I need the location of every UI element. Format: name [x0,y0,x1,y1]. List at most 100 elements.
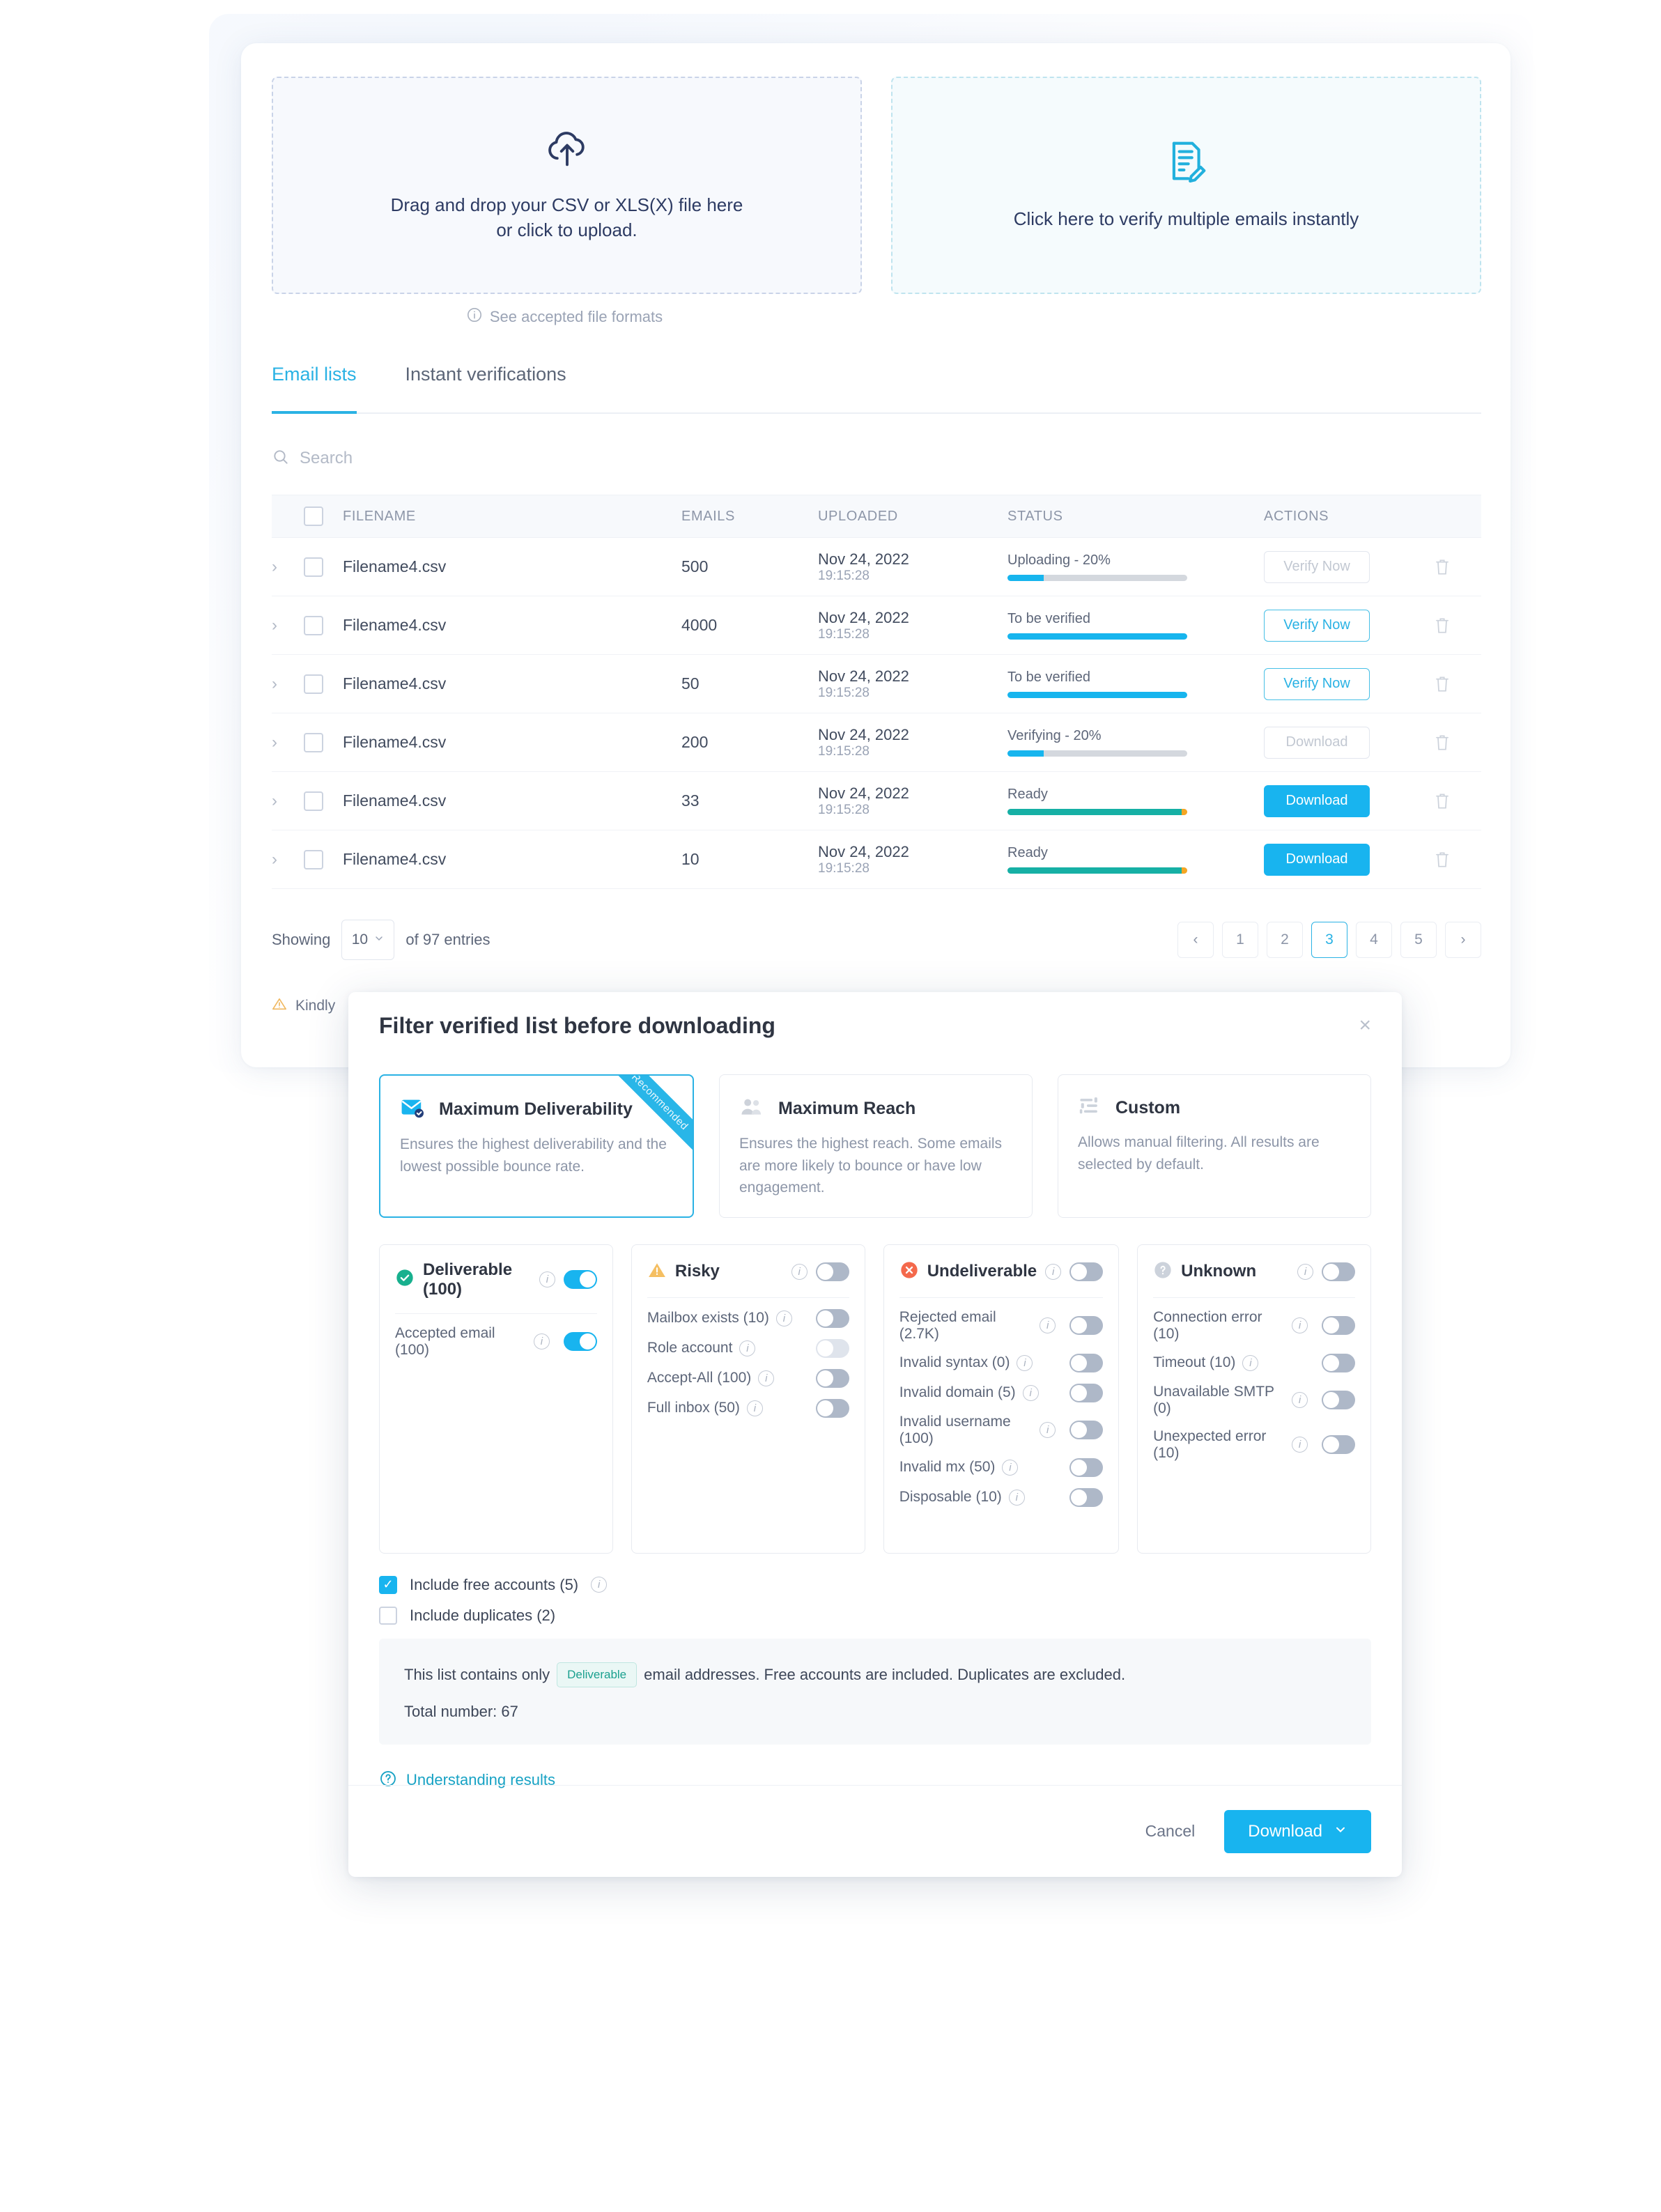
row-action-button[interactable]: Verify Now [1264,609,1370,642]
info-icon[interactable]: i [591,1577,608,1593]
filter-item-toggle[interactable] [563,1332,597,1351]
dropzone-instant-verify[interactable]: Click here to verify multiple emails ins… [891,77,1481,294]
pagination-page-3[interactable]: 3 [1311,922,1347,958]
cell-uploaded-time: 19:15:28 [818,860,870,876]
table-row[interactable]: › Filename4.csv 200 Nov 24, 2022 19:15:28 Ver… [272,713,1481,772]
row-checkbox[interactable] [304,849,343,869]
filter-item-toggle[interactable] [1069,1316,1104,1335]
filter-item-toggle[interactable] [1321,1316,1355,1335]
info-icon[interactable]: i [758,1370,775,1386]
filter-item-toggle[interactable] [1069,1383,1104,1402]
pagination-page-5[interactable]: 5 [1400,922,1437,958]
info-icon[interactable]: i [1008,1489,1025,1506]
include-checkbox[interactable]: ✓ [379,1575,397,1594]
filter-column-toggle[interactable] [1069,1262,1104,1281]
filter-item-toggle[interactable] [815,1308,849,1328]
info-icon[interactable]: i [1291,1437,1308,1453]
option-custom[interactable]: Custom Allows manual filtering. All resu… [1058,1074,1371,1218]
option-title: Maximum Deliverability [439,1099,633,1119]
option-maximum-reach[interactable]: Maximum Reach Ensures the highest reach.… [719,1074,1033,1218]
row-action-button[interactable]: Download [1264,843,1370,876]
info-icon[interactable]: i [1040,1317,1056,1333]
filter-column-toggle[interactable] [815,1262,849,1281]
filter-column-toggle[interactable] [1321,1262,1355,1281]
pagination-prev[interactable]: ‹ [1177,922,1214,958]
delete-row-button[interactable] [1403,850,1481,869]
row-action-button[interactable]: Download [1264,784,1370,817]
filter-item-toggle[interactable] [815,1368,849,1388]
search-bar[interactable] [272,440,759,477]
info-icon[interactable]: i [1242,1354,1259,1371]
delete-row-button[interactable] [1403,674,1481,694]
info-icon[interactable]: i [1297,1263,1313,1280]
row-checkbox[interactable] [304,674,343,694]
pager: ‹ 1 2 3 4 5 › [1177,922,1481,958]
filter-column-toggle[interactable] [563,1270,597,1289]
row-action-button[interactable]: Verify Now [1264,667,1370,700]
row-checkbox[interactable] [304,615,343,635]
info-icon[interactable]: i [739,1340,756,1356]
filter-item-toggle[interactable] [1069,1421,1104,1439]
cancel-button[interactable]: Cancel [1145,1822,1196,1841]
info-icon[interactable]: i [1022,1384,1039,1401]
close-icon[interactable]: × [1359,1015,1371,1036]
table-row[interactable]: › Filename4.csv 50 Nov 24, 2022 19:15:28 To b… [272,655,1481,713]
filter-item-toggle[interactable] [815,1398,849,1418]
expand-row-icon[interactable]: › [272,733,304,752]
table-row[interactable]: › Filename4.csv 500 Nov 24, 2022 19:15:28 Upl… [272,538,1481,596]
table-row[interactable]: › Filename4.csv 10 Nov 24, 2022 19:15:28 Read… [272,830,1481,889]
delete-row-button[interactable] [1403,733,1481,752]
row-action-button[interactable]: Download [1264,726,1370,759]
info-icon[interactable]: i [533,1333,550,1349]
row-action-button[interactable]: Verify Now [1264,550,1370,583]
option-maximum-deliverability[interactable]: Recommended Maximum Deliverability Ensur… [379,1074,694,1218]
info-icon[interactable]: i [1017,1354,1033,1371]
dropzone-file-upload[interactable]: Drag and drop your CSV or XLS(X) file he… [272,77,862,294]
download-button[interactable]: Download [1224,1809,1371,1853]
expand-row-icon[interactable]: › [272,557,304,577]
info-icon[interactable]: i [1291,1392,1308,1408]
tab-email-lists[interactable]: Email lists [272,359,357,414]
delete-row-button[interactable] [1403,557,1481,577]
understanding-results-link[interactable]: Understanding results [348,1745,1402,1791]
filter-item-toggle[interactable] [1321,1435,1355,1454]
row-checkbox[interactable] [304,732,343,752]
expand-row-icon[interactable]: › [272,850,304,869]
include-checkbox[interactable] [379,1606,397,1625]
delete-row-button[interactable] [1403,616,1481,635]
pagination-page-4[interactable]: 4 [1356,922,1392,958]
table-row[interactable]: › Filename4.csv 4000 Nov 24, 2022 19:15:28 To… [272,596,1481,655]
filter-item-toggle[interactable] [1069,1487,1104,1507]
info-icon[interactable]: i [746,1400,763,1416]
accepted-formats-link[interactable]: See accepted file formats [272,307,857,327]
filter-item-label: Full inbox (50) [647,1400,740,1416]
row-checkbox[interactable] [304,791,343,811]
info-icon[interactable]: i [539,1271,555,1287]
page-size-select[interactable]: 10 [341,920,395,960]
expand-row-icon[interactable]: › [272,674,304,694]
info-icon[interactable]: i [1045,1263,1062,1280]
pagination-page-2[interactable]: 2 [1267,922,1303,958]
delete-row-button[interactable] [1403,791,1481,811]
envelope-check-icon [400,1097,425,1122]
info-icon[interactable]: i [775,1310,792,1327]
filter-item-toggle[interactable] [815,1338,849,1358]
filter-item-toggle[interactable] [1069,1457,1104,1477]
info-icon[interactable]: i [1002,1459,1019,1476]
expand-row-icon[interactable]: › [272,616,304,635]
table-row[interactable]: › Filename4.csv 33 Nov 24, 2022 19:15:28 Read… [272,772,1481,830]
info-icon[interactable]: i [1040,1422,1056,1438]
row-checkbox[interactable] [304,557,343,577]
tab-instant-verifications[interactable]: Instant verifications [405,359,566,414]
filter-item-toggle[interactable] [1321,1391,1355,1409]
search-input[interactable] [300,449,578,468]
info-icon[interactable]: i [791,1263,808,1280]
filter-item-toggle[interactable] [1321,1353,1355,1372]
select-all-checkbox[interactable] [304,506,343,526]
info-icon[interactable]: i [1291,1317,1308,1333]
pagination-next[interactable]: › [1445,922,1481,958]
expand-row-icon[interactable]: › [272,791,304,811]
pagination-page-1[interactable]: 1 [1222,922,1258,958]
filter-item: Unexpected error (10) i [1153,1417,1355,1462]
filter-item-toggle[interactable] [1069,1353,1104,1372]
